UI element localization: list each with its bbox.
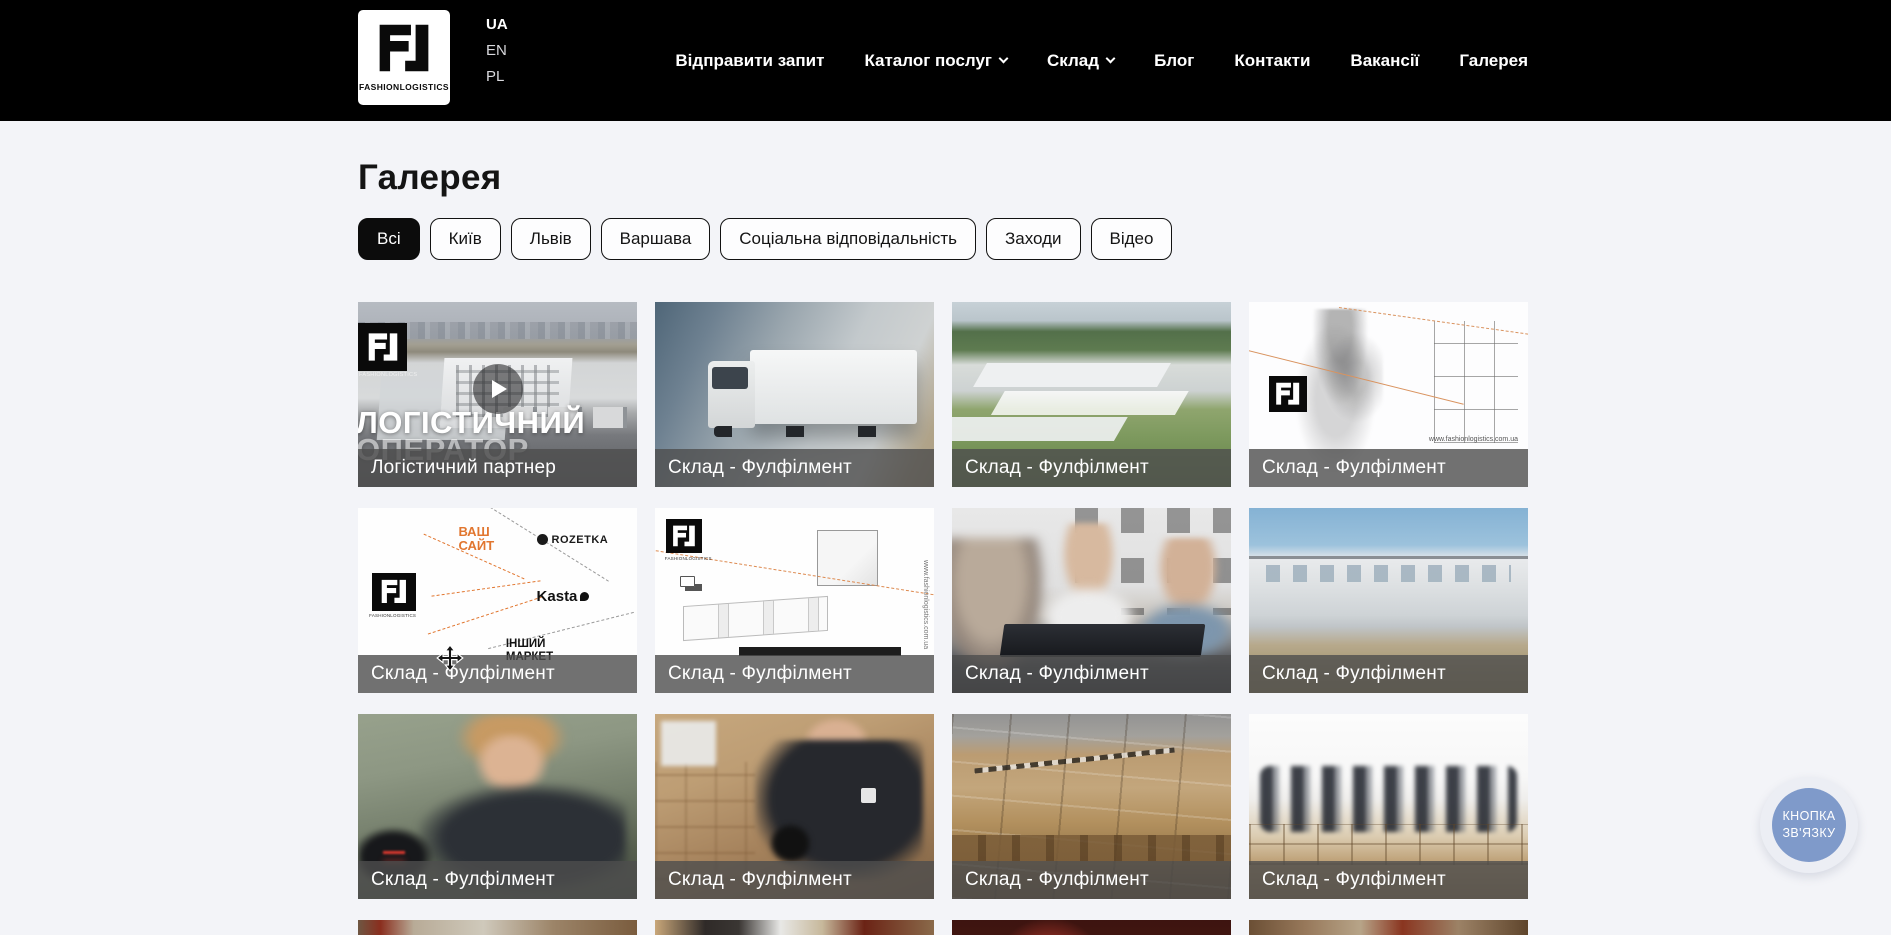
item-caption: Склад - Фулфілмент	[1249, 861, 1528, 899]
lang-en[interactable]: EN	[486, 42, 508, 59]
gallery-item[interactable]	[655, 920, 934, 935]
brand-monogram-icon	[375, 18, 433, 78]
contact-floating-button[interactable]: КНОПКА ЗВ'ЯЗКУ	[1760, 777, 1858, 873]
brand-monogram-icon	[366, 329, 400, 365]
item-caption: Склад - Фулфілмент	[952, 861, 1231, 899]
item-caption: Склад - Фулфілмент	[1249, 655, 1528, 693]
gallery-item[interactable]	[952, 920, 1231, 935]
item-caption: Склад - Фулфілмент	[358, 861, 637, 899]
gallery-item[interactable]: FASHIONLOGISTICS www.fashionlogistics.co…	[655, 508, 934, 693]
mini-brand-text: FASHIONLOGISTICS	[369, 613, 416, 618]
item-caption: Склад - Фулфілмент	[655, 861, 934, 899]
logo-brand-text: FASHIONLOGISTICS	[359, 82, 449, 92]
gallery-item[interactable]: Склад - Фулфілмент	[358, 714, 637, 899]
diagram-label-your-site: ВАШ САЙТ	[458, 525, 510, 553]
chevron-down-icon	[999, 54, 1009, 64]
nav-warehouse[interactable]: Склад	[1047, 51, 1114, 71]
nav-blog[interactable]: Блог	[1154, 51, 1194, 71]
mini-brand-text: FASHIONLOGISTICS	[665, 556, 712, 561]
cart-icon	[680, 576, 695, 587]
gallery-item[interactable]: ВАШ САЙТ ROZETKA Kasta ІНШИЙ МАРКЕТ FASH…	[358, 508, 637, 693]
play-button[interactable]	[473, 364, 523, 414]
item-caption: Склад - Фулфілмент	[655, 655, 934, 693]
gallery-filters: Всі Київ Львів Варшава Соціальна відпові…	[358, 218, 1172, 260]
company-logo[interactable]: FASHIONLOGISTICS	[358, 10, 450, 105]
watermark-url: www.fashionlogistics.com.ua	[922, 560, 929, 649]
gallery-item[interactable]: Склад - Фулфілмент	[1249, 508, 1528, 693]
filter-all[interactable]: Всі	[358, 218, 420, 260]
video-brand-logo	[358, 323, 407, 371]
filter-events[interactable]: Заходи	[986, 218, 1081, 260]
diagram-label-kasta: Kasta	[537, 588, 590, 605]
item-caption: Склад - Фулфілмент	[655, 449, 934, 487]
filter-warsaw[interactable]: Варшава	[601, 218, 711, 260]
nav-vacancies[interactable]: Вакансії	[1350, 51, 1419, 71]
lang-pl[interactable]: PL	[486, 68, 508, 85]
gallery-item[interactable]: Склад - Фулфілмент	[655, 302, 934, 487]
gallery-item[interactable]: Склад - Фулфілмент	[655, 714, 934, 899]
main-nav: Відправити запит Каталог послуг Склад Бл…	[675, 0, 1528, 121]
gallery-item[interactable]: Склад - Фулфілмент	[1249, 714, 1528, 899]
nav-contacts[interactable]: Контакти	[1234, 51, 1310, 71]
diagram-label-rozetka: ROZETKA	[537, 534, 609, 546]
gallery-page: FASHIONLOGISTICS UA EN PL Відправити зап…	[0, 0, 1891, 935]
header: FASHIONLOGISTICS UA EN PL Відправити зап…	[0, 0, 1891, 121]
gallery-item[interactable]: www.fashionlogistics.com.ua Склад - Фулф…	[1249, 302, 1528, 487]
contact-button-circle: КНОПКА ЗВ'ЯЗКУ	[1772, 788, 1846, 862]
item-caption: Склад - Фулфілмент	[1249, 449, 1528, 487]
chevron-down-icon	[1106, 54, 1116, 64]
page-title: Галерея	[358, 158, 501, 198]
brand-monogram-icon	[666, 519, 702, 553]
kasta-icon	[580, 592, 589, 601]
gallery-item[interactable]	[358, 920, 637, 935]
brand-monogram-icon	[372, 573, 416, 611]
video-brand-text: FASHIONLOGISTICS	[359, 372, 417, 378]
filter-kyiv[interactable]: Київ	[430, 218, 501, 260]
filter-lviv[interactable]: Львів	[511, 218, 591, 260]
gallery-item[interactable]: Склад - Фулфілмент	[952, 508, 1231, 693]
gallery-item[interactable]	[1249, 920, 1528, 935]
gallery-item-video[interactable]: FASHIONLOGISTICS ЛОГІСТИЧНИЙ ОПЕРАТОР Ло…	[358, 302, 637, 487]
item-caption: Склад - Фулфілмент	[358, 655, 637, 693]
logo-patch	[861, 788, 876, 803]
filter-video[interactable]: Відео	[1091, 218, 1173, 260]
play-icon	[492, 380, 507, 398]
filter-social-responsibility[interactable]: Соціальна відповідальність	[720, 218, 976, 260]
nav-services-catalog[interactable]: Каталог послуг	[864, 51, 1007, 71]
watermark-url: www.fashionlogistics.com.ua	[1429, 436, 1518, 443]
item-caption: Логістичний партнер	[358, 449, 637, 487]
nav-gallery[interactable]: Галерея	[1459, 51, 1528, 71]
gallery-item[interactable]: Склад - Фулфілмент	[952, 714, 1231, 899]
item-caption: Склад - Фулфілмент	[952, 655, 1231, 693]
gallery-grid: FASHIONLOGISTICS ЛОГІСТИЧНИЙ ОПЕРАТОР Ло…	[358, 302, 1528, 935]
lang-ua[interactable]: UA	[486, 16, 508, 33]
gallery-item[interactable]: Склад - Фулфілмент	[952, 302, 1231, 487]
brand-monogram-icon	[1269, 376, 1307, 412]
rozetka-icon	[537, 534, 548, 545]
item-caption: Склад - Фулфілмент	[952, 449, 1231, 487]
language-switcher: UA EN PL	[486, 16, 508, 85]
nav-send-request[interactable]: Відправити запит	[675, 51, 824, 71]
